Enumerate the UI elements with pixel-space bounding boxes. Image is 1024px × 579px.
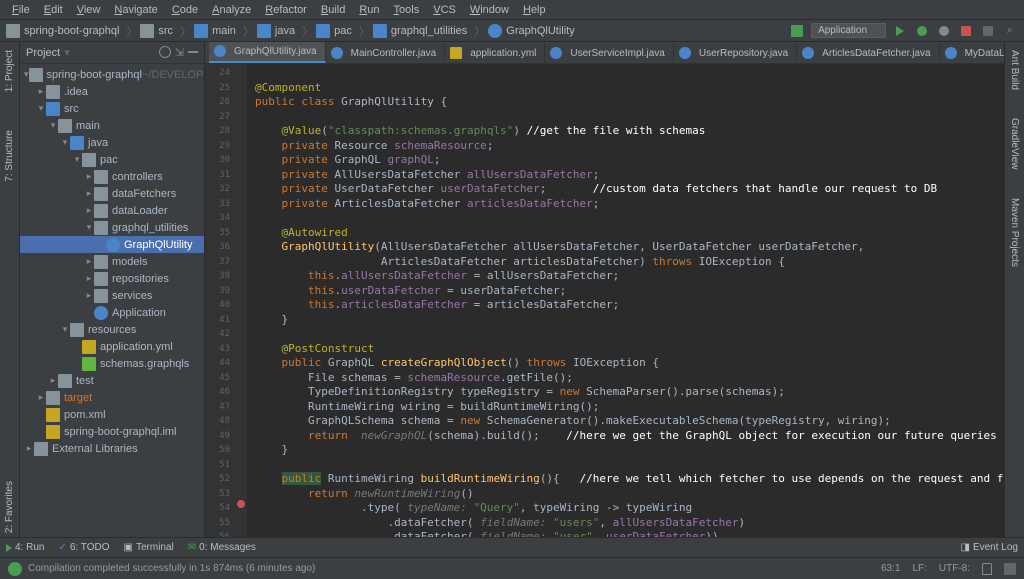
maven-tab[interactable]: Maven Projects	[1007, 194, 1022, 271]
tree-item[interactable]: spring-boot-graphql.iml	[20, 423, 204, 440]
caret-position[interactable]: 63:1	[881, 563, 900, 574]
breadcrumb-item[interactable]: main	[194, 24, 236, 38]
menu-vcs[interactable]: VCS	[427, 2, 462, 18]
editor-tab[interactable]: UserRepository.java	[674, 43, 797, 63]
project-panel: Project ▾ ⇲ ▾spring-boot-graphql ~/DEVEL…	[20, 42, 205, 537]
editor-tab[interactable]: UserServiceImpl.java	[545, 43, 673, 63]
gradle-tab[interactable]: GradleView	[1007, 114, 1022, 174]
project-tool-tab[interactable]: 1: Project	[2, 46, 17, 96]
breadcrumb-item[interactable]: pac	[316, 24, 352, 38]
structure-tool-tab[interactable]: 7: Structure	[2, 126, 17, 186]
menu-analyze[interactable]: Analyze	[206, 2, 257, 18]
event-log-tab[interactable]: ◨Event Log	[961, 542, 1019, 553]
tree-item[interactable]: ▸dataLoader	[20, 202, 204, 219]
mark-gutter	[235, 64, 247, 537]
collapse-icon[interactable]: ⇲	[175, 46, 184, 59]
favorites-tool-tab[interactable]: 2: Favorites	[2, 477, 17, 537]
debug-button[interactable]	[914, 23, 930, 39]
project-panel-header: Project ▾ ⇲	[20, 42, 204, 64]
editor-area: GraphQlUtility.javaMainController.javaap…	[205, 42, 1004, 537]
menu-file[interactable]: File	[6, 2, 36, 18]
messages-tool-tab[interactable]: ✉0: Messages	[188, 542, 256, 553]
tree-item[interactable]: schemas.graphqls	[20, 355, 204, 372]
status-ok-icon	[8, 562, 22, 576]
lock-icon[interactable]	[982, 563, 992, 575]
tree-item[interactable]: GraphQlUtility	[20, 236, 204, 253]
right-tool-strip: Ant Build GradleView Maven Projects	[1004, 42, 1024, 537]
tree-item[interactable]: ▾java	[20, 134, 204, 151]
line-gutter: 24 25 26 27 28 29 30 31 32 33 34 35 36 3…	[205, 64, 235, 537]
editor-tab[interactable]: ArticlesDataFetcher.java	[797, 43, 939, 63]
tree-item[interactable]: ▾main	[20, 117, 204, 134]
status-bar: Compilation completed successfully in 1s…	[0, 557, 1024, 579]
breadcrumb-item[interactable]: GraphQlUtility	[488, 24, 574, 38]
bottom-tool-tabs: 4: Run ✓6: TODO ▣Terminal ✉0: Messages ◨…	[0, 537, 1024, 557]
run-config-selector[interactable]: Application	[811, 23, 886, 38]
todo-tool-tab[interactable]: ✓6: TODO	[58, 542, 109, 553]
panel-title: Project	[26, 47, 60, 59]
build-icon[interactable]	[789, 23, 805, 39]
status-message: Compilation completed successfully in 1s…	[28, 563, 315, 574]
tree-item[interactable]: ▸dataFetchers	[20, 185, 204, 202]
stop-all-button[interactable]	[980, 23, 996, 39]
line-separator[interactable]: LF:	[912, 563, 926, 574]
editor-tab[interactable]: MyDataLoader.java	[940, 43, 1004, 63]
menu-view[interactable]: View	[71, 2, 107, 18]
project-tree[interactable]: ▾spring-boot-graphql ~/DEVELOPMENT/Proj▸…	[20, 64, 204, 537]
left-tool-strip: 1: Project 7: Structure 2: Favorites	[0, 42, 20, 537]
tree-item[interactable]: ▸controllers	[20, 168, 204, 185]
hector-icon[interactable]	[1004, 563, 1016, 575]
main-menu-bar: FileEditViewNavigateCodeAnalyzeRefactorB…	[0, 0, 1024, 20]
tree-item[interactable]: ▾pac	[20, 151, 204, 168]
tree-item[interactable]: ▸models	[20, 253, 204, 270]
terminal-tool-tab[interactable]: ▣Terminal	[124, 542, 174, 553]
menu-tools[interactable]: Tools	[388, 2, 426, 18]
editor-tab[interactable]: MainController.java	[326, 43, 446, 63]
editor-tab[interactable]: application.yml	[445, 43, 545, 63]
tree-item[interactable]: ▾src	[20, 100, 204, 117]
breadcrumb-item[interactable]: graphql_utilities	[373, 24, 467, 38]
menu-window[interactable]: Window	[464, 2, 515, 18]
tree-item[interactable]: ▾graphql_utilities	[20, 219, 204, 236]
file-encoding[interactable]: UTF-8:	[939, 563, 970, 574]
ant-build-tab[interactable]: Ant Build	[1007, 46, 1022, 94]
menu-navigate[interactable]: Navigate	[108, 2, 163, 18]
tree-item[interactable]: ▾spring-boot-graphql ~/DEVELOPMENT/Proj	[20, 66, 204, 83]
tree-item[interactable]: ▾resources	[20, 321, 204, 338]
stop-button[interactable]	[958, 23, 974, 39]
breadcrumb-item[interactable]: java	[257, 24, 295, 38]
editor-tab[interactable]: GraphQlUtility.java	[209, 42, 326, 63]
navigation-bar: spring-boot-graphql〉src〉main〉java〉pac〉gr…	[0, 20, 1024, 42]
menu-refactor[interactable]: Refactor	[259, 2, 313, 18]
editor[interactable]: 24 25 26 27 28 29 30 31 32 33 34 35 36 3…	[205, 64, 1004, 537]
editor-tabs: GraphQlUtility.javaMainController.javaap…	[205, 42, 1004, 64]
tree-item[interactable]: pom.xml	[20, 406, 204, 423]
tree-item[interactable]: ▸External Libraries	[20, 440, 204, 457]
breadcrumb[interactable]: spring-boot-graphql〉src〉main〉java〉pac〉gr…	[6, 23, 579, 39]
code-area[interactable]: @Component public class GraphQlUtility {…	[247, 64, 1004, 537]
settings-icon[interactable]	[159, 46, 171, 58]
tree-item[interactable]: ▸test	[20, 372, 204, 389]
menu-edit[interactable]: Edit	[38, 2, 69, 18]
hide-icon[interactable]	[188, 51, 198, 53]
tree-item[interactable]: ▸target	[20, 389, 204, 406]
tree-item[interactable]: ▸repositories	[20, 270, 204, 287]
breadcrumb-item[interactable]: src	[140, 24, 173, 38]
menu-code[interactable]: Code	[166, 2, 204, 18]
tree-item[interactable]: ▸.idea	[20, 83, 204, 100]
coverage-button[interactable]	[936, 23, 952, 39]
tree-item[interactable]: ▸services	[20, 287, 204, 304]
tree-item[interactable]: Application	[20, 304, 204, 321]
run-button[interactable]	[892, 23, 908, 39]
menu-build[interactable]: Build	[315, 2, 351, 18]
search-everywhere-icon[interactable]: ⌕	[1002, 23, 1018, 39]
tree-item[interactable]: application.yml	[20, 338, 204, 355]
breadcrumb-item[interactable]: spring-boot-graphql	[6, 24, 119, 38]
menu-run[interactable]: Run	[353, 2, 385, 18]
menu-help[interactable]: Help	[517, 2, 552, 18]
run-tool-tab[interactable]: 4: Run	[6, 542, 44, 553]
